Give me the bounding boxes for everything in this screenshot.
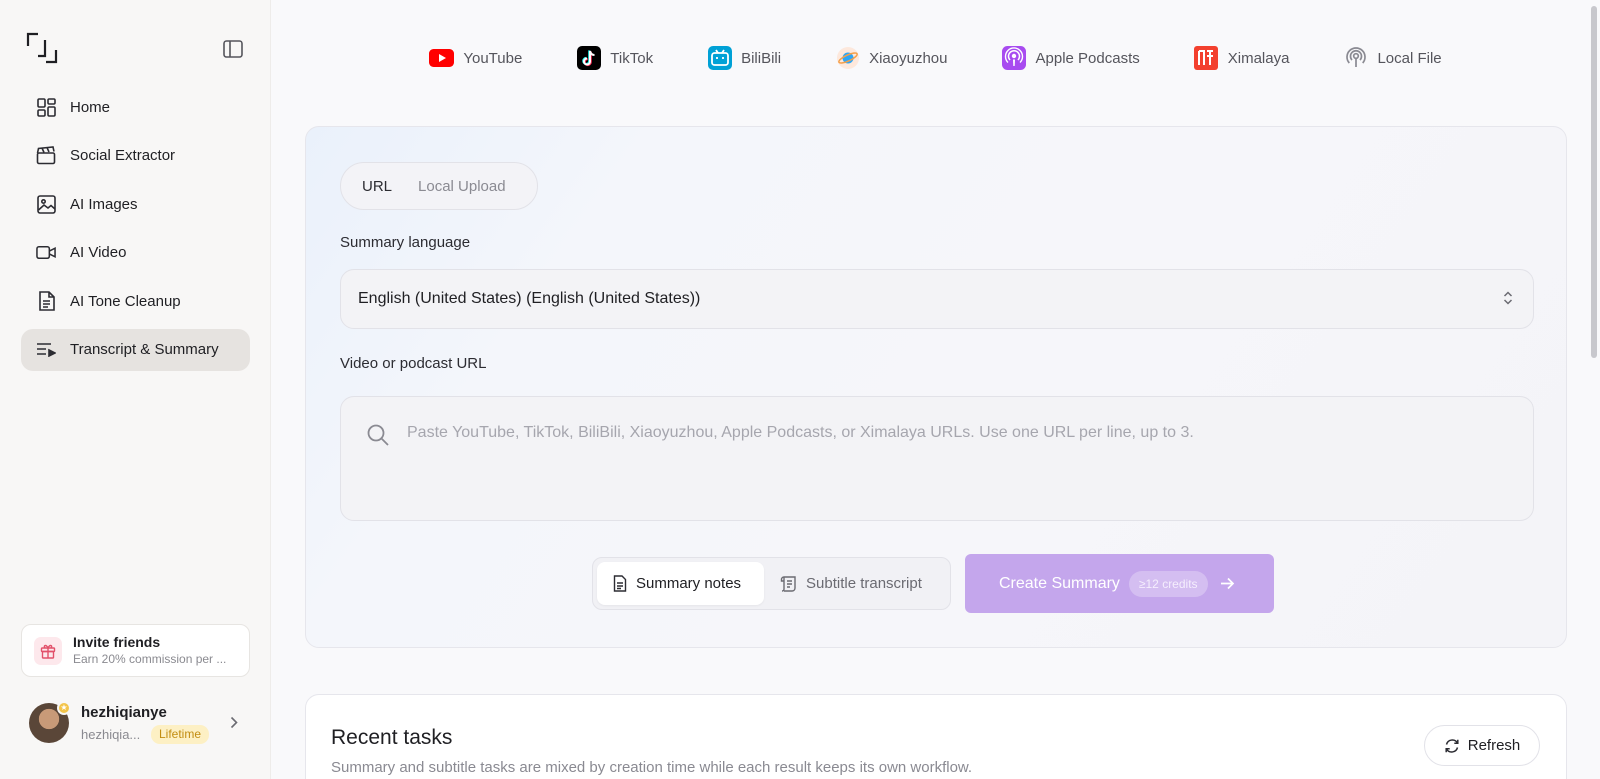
- tab-url[interactable]: URL: [349, 178, 405, 195]
- sidebar-item-ai-images[interactable]: AI Images: [21, 183, 250, 225]
- summary-language-select[interactable]: English (United States) (English (United…: [340, 269, 1534, 329]
- url-input-box: [340, 396, 1534, 521]
- sidebar-item-label: AI Video: [70, 244, 127, 262]
- scrollbar[interactable]: [1589, 0, 1599, 779]
- user-name: hezhiqianye: [81, 703, 167, 721]
- option-summary-notes[interactable]: Summary notes: [597, 562, 764, 605]
- recent-tasks-panel: Recent tasks Summary and subtitle tasks …: [305, 694, 1567, 779]
- source-mode-toggle: URL Local Upload: [340, 162, 538, 210]
- grid-icon: [36, 97, 56, 117]
- output-type-toggle: Summary notes Subtitle transcript: [592, 557, 951, 610]
- user-handle: hezhiqia...: [81, 726, 141, 742]
- credits-badge: ≥12 credits: [1128, 570, 1208, 597]
- refresh-button[interactable]: Refresh: [1424, 725, 1540, 766]
- platform-local-file[interactable]: Local File: [1343, 46, 1442, 71]
- tab-local-upload[interactable]: Local Upload: [405, 178, 519, 195]
- video-camera-icon: [36, 243, 56, 263]
- sidebar-item-home[interactable]: Home: [21, 86, 250, 128]
- youtube-icon: [429, 46, 455, 71]
- sidebar-toggle-icon[interactable]: [222, 38, 244, 60]
- chevron-up-down-icon: [1503, 290, 1513, 311]
- create-summary-button[interactable]: Create Summary ≥12 credits: [965, 554, 1274, 613]
- platform-label: Ximalaya: [1227, 49, 1290, 67]
- platform-label: Local File: [1377, 49, 1442, 67]
- gift-icon: [34, 636, 62, 665]
- url-label: Video or podcast URL: [340, 355, 487, 372]
- user-profile[interactable]: ★ hezhiqianye hezhiqia... Lifetime: [21, 700, 250, 746]
- platform-tiktok[interactable]: TikTok: [576, 46, 653, 71]
- platform-ximalaya[interactable]: Ximalaya: [1194, 46, 1290, 71]
- document-icon: [613, 575, 627, 592]
- summary-form-card: URL Local Upload Summary language Englis…: [305, 126, 1567, 648]
- search-icon: [366, 423, 390, 452]
- apple-podcasts-icon: [1002, 46, 1027, 71]
- summary-language-value: English (United States) (English (United…: [358, 290, 701, 307]
- scrollbar-thumb[interactable]: [1591, 6, 1597, 358]
- option-label: Summary notes: [636, 575, 742, 592]
- url-input[interactable]: [407, 424, 1507, 504]
- ximalaya-icon: [1194, 46, 1219, 71]
- main-content: YouTube TikTok BiliBili Xiaoyuzhou Apple…: [271, 0, 1600, 779]
- bilibili-icon: [707, 46, 732, 71]
- platform-label: Apple Podcasts: [1035, 49, 1140, 67]
- sidebar-item-label: Social Extractor: [70, 147, 176, 165]
- sidebar-item-social-extractor[interactable]: Social Extractor: [21, 135, 250, 177]
- sidebar: Home Social Extractor AI Images AI Video…: [0, 0, 271, 779]
- document-icon: [36, 291, 56, 312]
- arrow-right-icon: [1220, 577, 1235, 590]
- option-label: Subtitle transcript: [806, 575, 922, 592]
- platform-apple-podcasts[interactable]: Apple Podcasts: [1002, 46, 1140, 71]
- create-summary-label: Create Summary: [999, 574, 1120, 592]
- option-subtitle-transcript[interactable]: Subtitle transcript: [764, 562, 938, 605]
- crown-icon: ★: [57, 701, 71, 715]
- platform-label: YouTube: [463, 49, 523, 67]
- plan-badge: Lifetime: [151, 724, 210, 744]
- platform-youtube[interactable]: YouTube: [429, 46, 522, 71]
- platform-label: Xiaoyuzhou: [869, 49, 948, 67]
- platform-list: YouTube TikTok BiliBili Xiaoyuzhou Apple…: [271, 42, 1600, 74]
- sidebar-item-ai-tone-cleanup[interactable]: AI Tone Cleanup: [21, 280, 250, 322]
- avatar: ★: [29, 701, 71, 743]
- podcast-icon: [1343, 46, 1368, 71]
- sidebar-item-transcript-summary[interactable]: Transcript & Summary: [21, 328, 250, 371]
- list-play-icon: [36, 340, 56, 360]
- sidebar-item-label: AI Images: [70, 195, 138, 213]
- scroll-icon: [780, 575, 797, 592]
- invite-subtitle: Earn 20% commission per ...: [73, 651, 227, 666]
- bracket-logo-icon[interactable]: [26, 32, 58, 64]
- platform-label: TikTok: [610, 49, 654, 67]
- recent-tasks-title: Recent tasks: [331, 726, 453, 749]
- platform-bilibili[interactable]: BiliBili: [707, 46, 781, 71]
- platform-xiaoyuzhou[interactable]: Xiaoyuzhou: [835, 46, 948, 71]
- sidebar-item-label: AI Tone Cleanup: [70, 292, 181, 310]
- platform-label: BiliBili: [741, 49, 782, 67]
- app-window: Home Social Extractor AI Images AI Video…: [0, 0, 1600, 779]
- recent-tasks-subtitle: Summary and subtitle tasks are mixed by …: [331, 759, 973, 776]
- sidebar-item-ai-video[interactable]: AI Video: [21, 232, 250, 274]
- summary-language-label: Summary language: [340, 234, 471, 251]
- invite-friends-card[interactable]: Invite friends Earn 20% commission per .…: [21, 624, 250, 677]
- refresh-label: Refresh: [1467, 737, 1521, 754]
- sidebar-item-label: Home: [70, 98, 111, 116]
- refresh-icon: [1444, 738, 1460, 754]
- sidebar-item-label: Transcript & Summary: [70, 341, 219, 359]
- invite-title: Invite friends: [73, 633, 161, 650]
- clapperboard-icon: [36, 146, 56, 166]
- chevron-right-icon: [230, 716, 238, 734]
- xiaoyuzhou-icon: [835, 46, 860, 71]
- image-icon: [36, 194, 56, 214]
- sidebar-nav: Home Social Extractor AI Images AI Video…: [21, 86, 250, 378]
- tiktok-icon: [576, 46, 601, 71]
